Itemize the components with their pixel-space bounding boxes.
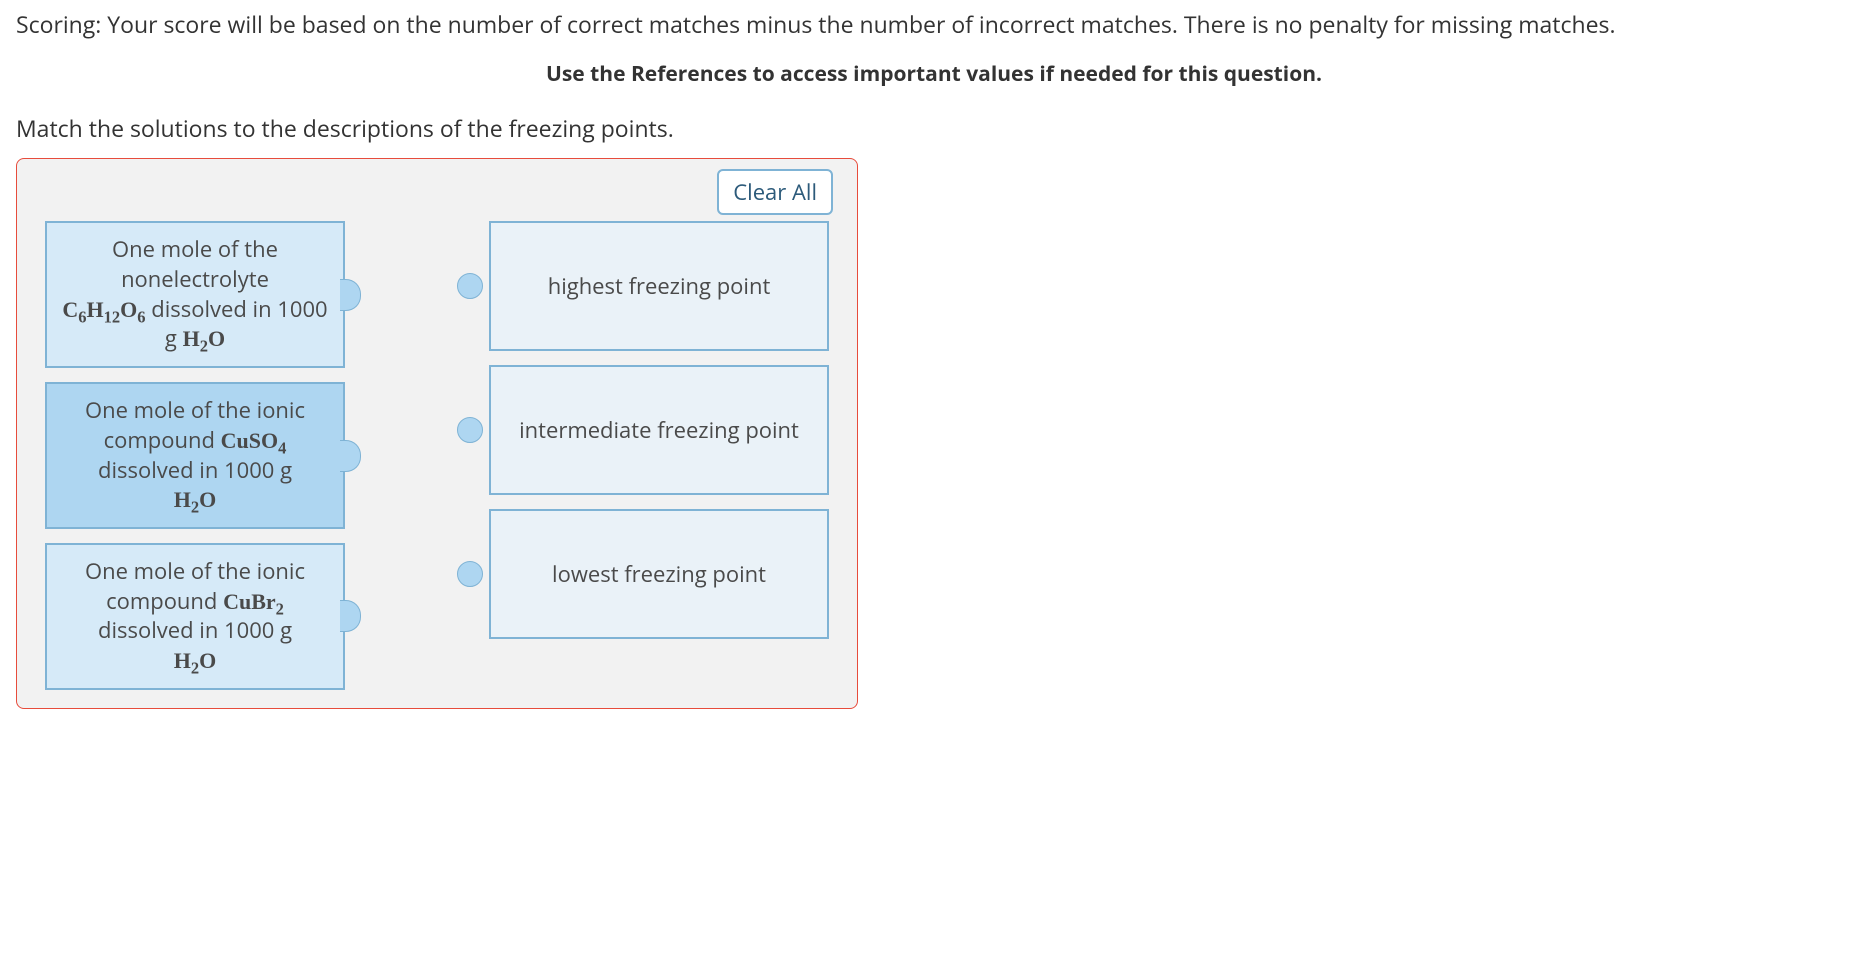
formula-cubr2: CuBr2 [223, 589, 284, 614]
scoring-text: Scoring: Your score will be based on the… [16, 8, 1852, 40]
formula-h2o: H2O [174, 487, 217, 512]
drop-target-highest[interactable]: highest freezing point [489, 221, 829, 351]
formula-h2o: H2O [174, 648, 217, 673]
drop-label: highest freezing point [548, 272, 771, 302]
formula-cuso4: CuSO4 [221, 428, 287, 453]
drop-label: lowest freezing point [552, 560, 766, 590]
formula-h2o: H2O [183, 326, 226, 351]
formula-c6h12o6: C6H12O6 [62, 297, 145, 322]
card-text: One mole of the nonelectrolyte [112, 234, 278, 294]
solution-card-glucose[interactable]: One mole of the nonelectrolyte C6H12O6 d… [45, 221, 345, 368]
solution-card-cubr2[interactable]: One mole of the ionic compound CuBr2 dis… [45, 543, 345, 690]
card-text: dissolved in 1000 g [98, 615, 292, 645]
solution-card-cuso4[interactable]: One mole of the ionic compound CuSO4 dis… [45, 382, 345, 529]
drop-target-intermediate[interactable]: intermediate freezing point [489, 365, 829, 495]
references-note: Use the References to access important v… [16, 60, 1852, 88]
match-panel: Clear All One mole of the nonelectrolyte… [16, 158, 858, 708]
panel-header: Clear All [17, 159, 857, 217]
droppable-column: highest freezing point intermediate free… [489, 221, 829, 689]
card-text: dissolved in 1000 g [98, 455, 292, 485]
clear-all-button[interactable]: Clear All [717, 169, 833, 215]
drop-target-lowest[interactable]: lowest freezing point [489, 509, 829, 639]
drop-label: intermediate freezing point [519, 416, 799, 446]
draggable-column: One mole of the nonelectrolyte C6H12O6 d… [45, 221, 345, 689]
instruction-text: Match the solutions to the descriptions … [16, 112, 1852, 144]
match-columns: One mole of the nonelectrolyte C6H12O6 d… [17, 217, 857, 707]
card-text: dissolved in 1000 g [151, 294, 327, 354]
